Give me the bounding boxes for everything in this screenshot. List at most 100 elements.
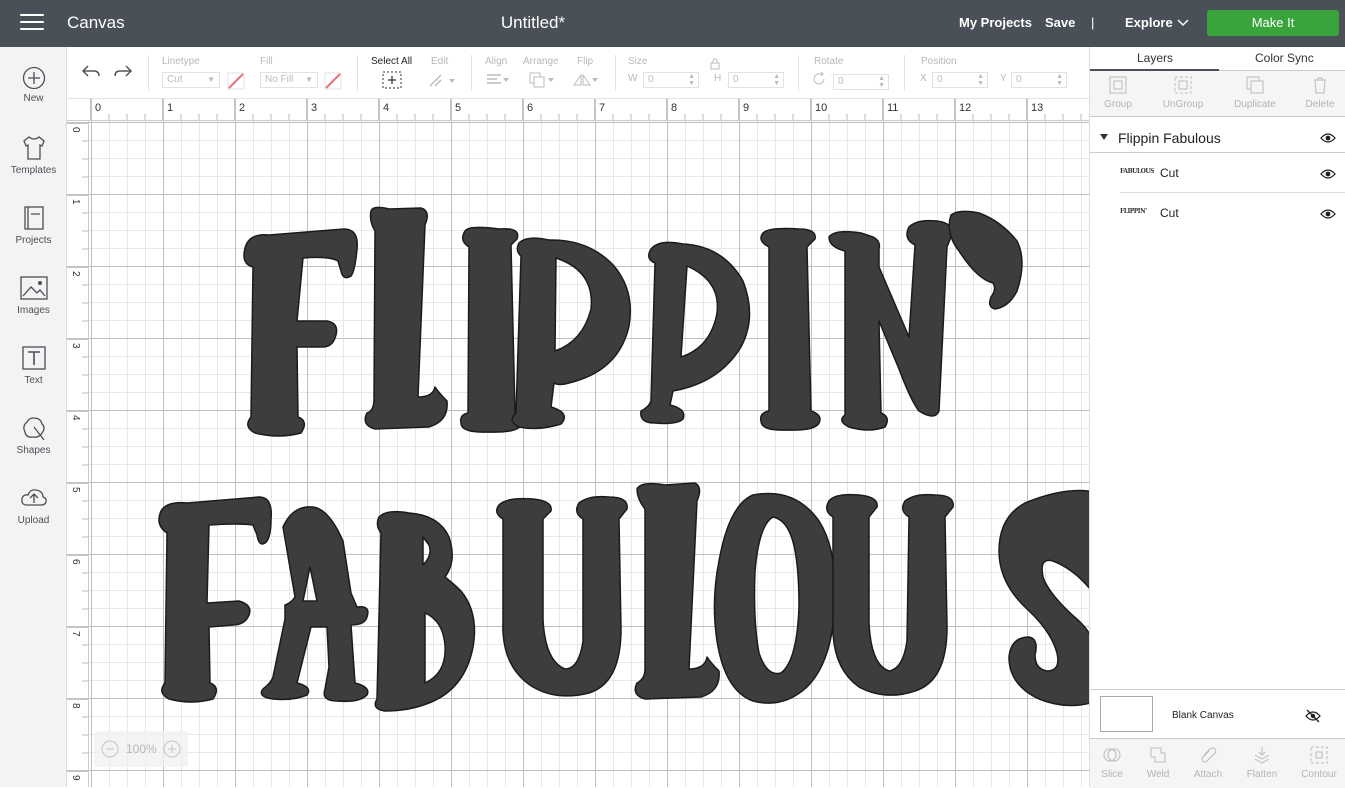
caret-down-icon[interactable]: [1100, 134, 1108, 140]
linetype-color-swatch-icon[interactable]: [227, 72, 245, 90]
letter-i-2: [759, 227, 821, 431]
left-sidebar: New Templates Projects Images Text Shape…: [0, 47, 67, 787]
redo-icon[interactable]: [113, 63, 133, 79]
ruler-label: 3: [70, 343, 81, 349]
zoom-out-icon[interactable]: [101, 740, 119, 758]
tab-color-sync[interactable]: Color Sync: [1255, 51, 1314, 65]
edit-icon[interactable]: [427, 71, 457, 89]
weld-button[interactable]: Weld: [1130, 745, 1186, 780]
ruler-label: 0: [70, 127, 81, 133]
align-icon[interactable]: [485, 72, 511, 88]
ruler-label: 13: [1031, 102, 1043, 114]
eye-hidden-icon[interactable]: [1304, 709, 1322, 723]
x-position-input[interactable]: 0 ▲ ▼: [932, 72, 988, 88]
group-button[interactable]: Group: [1090, 75, 1146, 110]
layer-group-row[interactable]: Flippin Fabulous: [1090, 123, 1345, 153]
layer-thumbnail: FABULOUS: [1120, 168, 1154, 175]
sidebar-item-label: Upload: [17, 515, 50, 526]
letter-o-1: [713, 492, 836, 704]
layer-tools: Group UnGroup Duplicate Delete: [1090, 71, 1345, 117]
sidebar-item-upload[interactable]: Upload: [0, 484, 67, 526]
explore-dropdown[interactable]: Explore: [1125, 15, 1173, 30]
zoom-level: 100%: [126, 742, 157, 756]
duplicate-icon: [1246, 76, 1264, 94]
left-ruler-ticks: 0 1 2 3 4 5 6 7 8 9: [67, 122, 88, 781]
group-icon: [1109, 76, 1127, 94]
fill-select[interactable]: No Fill ▼: [260, 72, 318, 88]
eye-icon[interactable]: [1320, 132, 1336, 144]
group-name: Flippin Fabulous: [1118, 130, 1221, 146]
arrange-icon[interactable]: [528, 71, 556, 89]
y-position-input[interactable]: 0 ▲ ▼: [1011, 72, 1067, 88]
sidebar-item-label: Shapes: [16, 445, 51, 456]
height-label: H: [714, 73, 722, 84]
design-canvas[interactable]: [89, 121, 1089, 787]
zoom-control: 100%: [94, 731, 188, 767]
canvas-settings: Blank Canvas Slice Weld Attach Flatten C…: [1090, 689, 1345, 788]
ruler-label: 4: [70, 415, 81, 421]
rotate-icon: [813, 72, 825, 85]
letter-n-1: [828, 219, 953, 431]
attach-button[interactable]: Attach: [1180, 745, 1236, 780]
sidebar-item-new[interactable]: New: [0, 66, 67, 104]
ruler-label: 9: [70, 775, 81, 781]
rotate-label: Rotate: [814, 56, 844, 67]
eye-icon[interactable]: [1320, 208, 1336, 220]
layers-panel: Layers Color Sync Group UnGroup Duplicat…: [1089, 47, 1345, 788]
my-projects-link[interactable]: My Projects: [959, 15, 1032, 30]
letter-f-1: [243, 228, 358, 437]
layer-type: Cut: [1160, 206, 1179, 220]
tshirt-icon: [22, 136, 45, 160]
zoom-in-icon[interactable]: [163, 740, 181, 758]
ungroup-button[interactable]: UnGroup: [1155, 75, 1211, 110]
tab-layers[interactable]: Layers: [1137, 51, 1173, 65]
letter-l-2: [634, 482, 720, 700]
contour-button[interactable]: Contour: [1291, 745, 1345, 780]
save-button[interactable]: Save: [1045, 15, 1075, 30]
blank-canvas-label: Blank Canvas: [1172, 710, 1234, 721]
letter-i-1: [459, 226, 523, 433]
ruler-label: 3: [311, 102, 317, 114]
ruler-label: 1: [70, 199, 81, 205]
sidebar-item-label: Projects: [15, 235, 52, 246]
flip-label: Flip: [577, 56, 594, 67]
sidebar-item-text[interactable]: Text: [0, 344, 67, 386]
sidebar-item-shapes[interactable]: Shapes: [0, 414, 67, 456]
undo-icon[interactable]: [81, 63, 101, 79]
width-input[interactable]: 0 ▲ ▼: [643, 72, 699, 88]
flatten-icon: [1254, 747, 1270, 764]
fill-color-swatch-icon[interactable]: [324, 72, 342, 90]
y-label: Y: [1000, 73, 1007, 84]
chevron-down-icon[interactable]: [1177, 18, 1189, 28]
document-title: Untitled*: [500, 13, 566, 32]
blank-canvas-swatch[interactable]: [1100, 696, 1153, 732]
ruler-label: 6: [527, 102, 533, 114]
eye-icon[interactable]: [1320, 168, 1336, 180]
sidebar-item-label: Text: [24, 375, 43, 386]
letter-a-1: [260, 506, 369, 703]
arrange-label: Arrange: [523, 56, 559, 67]
position-label: Position: [921, 56, 957, 67]
rotate-input[interactable]: 0 ▲ ▼: [833, 74, 889, 90]
layer-row[interactable]: FLIPPIN’ Cut: [1120, 195, 1345, 233]
make-it-button[interactable]: Make It: [1207, 10, 1339, 36]
sidebar-item-projects[interactable]: Projects: [0, 204, 67, 246]
design-text[interactable]: [89, 121, 1089, 787]
height-input[interactable]: 0 ▲ ▼: [728, 72, 784, 88]
sidebar-item-images[interactable]: Images: [0, 274, 67, 316]
edit-toolbar: Linetype Cut ▼ Fill No Fill ▼ Select All E…: [67, 47, 1089, 99]
delete-button[interactable]: Delete: [1292, 75, 1345, 110]
flatten-button[interactable]: Flatten: [1234, 745, 1290, 780]
letter-u-2: [826, 493, 954, 696]
ruler-label: 4: [383, 102, 389, 114]
lock-icon[interactable]: [710, 57, 720, 70]
duplicate-button[interactable]: Duplicate: [1227, 75, 1283, 110]
select-all-icon[interactable]: [382, 71, 402, 89]
top-ruler-ticks: 0 1 2 3 4 5 6 7 8 9 10 11 12 13: [90, 99, 1082, 120]
letter-u-1: [496, 495, 628, 697]
linetype-label: Linetype: [162, 56, 200, 67]
sidebar-item-templates[interactable]: Templates: [0, 134, 67, 176]
layer-row[interactable]: FABULOUS Cut: [1120, 155, 1345, 193]
flip-icon[interactable]: [572, 71, 600, 89]
linetype-select[interactable]: Cut ▼: [162, 72, 220, 88]
